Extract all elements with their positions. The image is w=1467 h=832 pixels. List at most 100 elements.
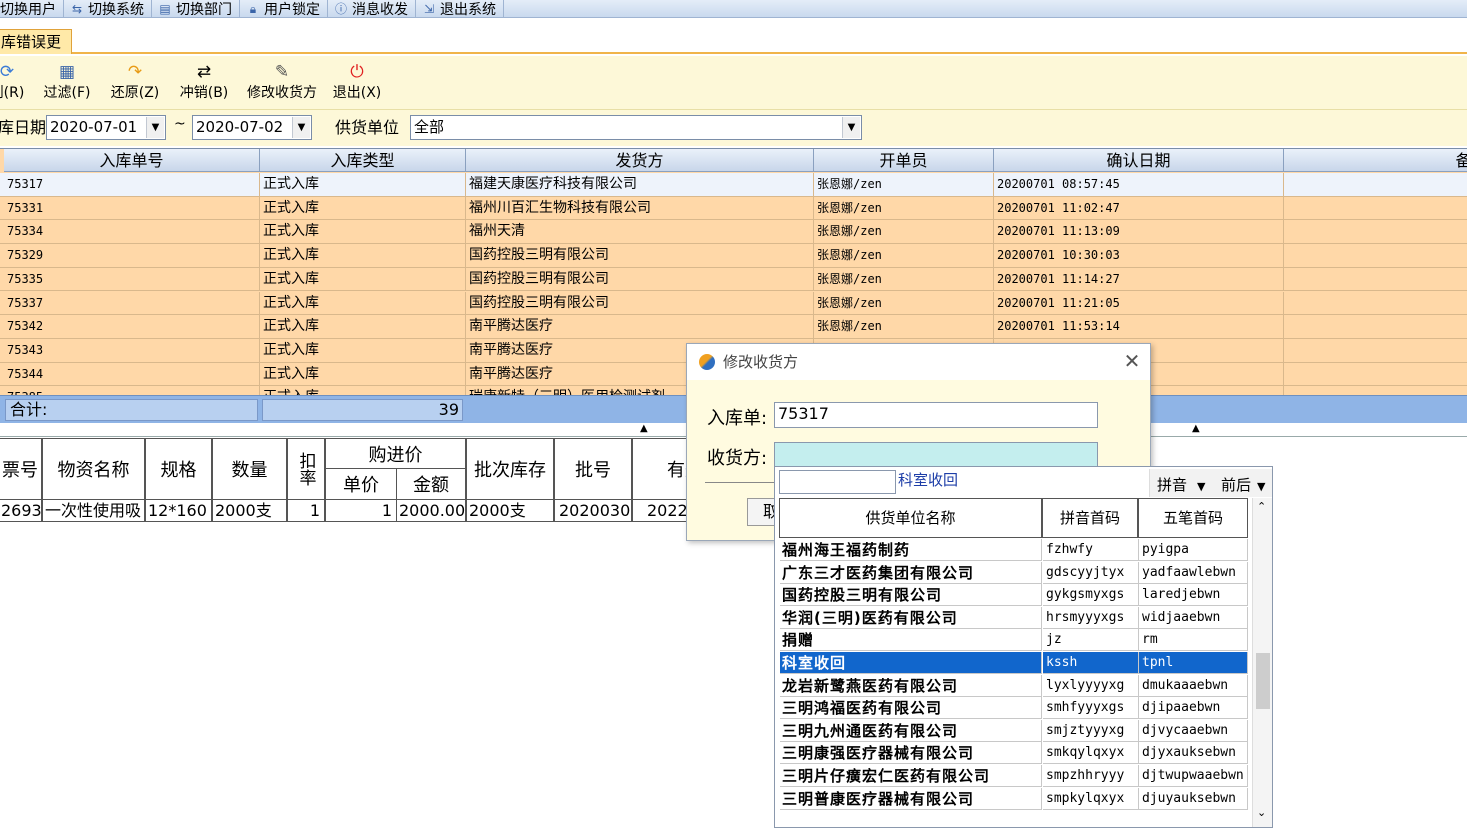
order-no-cell[interactable]: 75344 (4, 362, 260, 386)
collapse-up-icon[interactable]: ▲ (640, 423, 648, 434)
order-no-cell[interactable]: 75385 (4, 386, 260, 395)
detail-batch-stock-cell[interactable]: 2000支 (466, 500, 554, 522)
list-item[interactable]: 三明普康医疗器械有限公司 smpkylqxyx djuyauksebwn (780, 787, 1248, 811)
menu-lock-user[interactable]: 🔒︎ 用户锁定 (240, 0, 328, 17)
type-cell[interactable]: 正式入库 (260, 362, 466, 386)
confirm-date-cell[interactable]: 20200701 11:02:47 (994, 196, 1284, 220)
table-row[interactable]: 75329 正式入库 国药控股三明有限公司 张恩娜/zen 20200701 10:30… (0, 244, 1467, 268)
detail-unit-price-cell[interactable]: 1 (325, 500, 397, 522)
remark-cell[interactable] (1284, 173, 1467, 196)
tab-error-correction[interactable]: 库错误更正 (0, 29, 72, 54)
supplier-select[interactable]: 全部 ▼ (410, 115, 862, 140)
shipper-cell[interactable]: 国药控股三明有限公司 (466, 267, 814, 291)
remark-cell[interactable] (1284, 315, 1467, 338)
order-no-cell[interactable]: 75317 (4, 173, 260, 196)
list-item[interactable]: 科室收回 kssh tpnl (780, 652, 1248, 675)
order-no-cell[interactable]: 75343 (4, 338, 260, 362)
dialog-title-bar[interactable]: 修改收货方 ✕ (687, 344, 1150, 380)
shipper-cell[interactable]: 南平腾达医疗 (466, 315, 814, 339)
scroll-thumb[interactable] (1256, 653, 1270, 709)
col-header-clerk[interactable]: 开单员 (814, 149, 994, 172)
col-header-type[interactable]: 入库类型 (260, 149, 466, 172)
list-item[interactable]: 三明片仔癀宏仁医药有限公司 smpzhhryyy djtwupwaaebwn (780, 765, 1248, 788)
type-cell[interactable]: 正式入库 (260, 315, 466, 339)
list-item[interactable]: 龙岩新鹭燕医药有限公司 lyxlyyyyxg dmukaaaebwn (780, 674, 1248, 698)
detail-spec-cell[interactable]: 12*160 (145, 500, 212, 522)
type-cell[interactable]: 正式入库 (260, 220, 466, 244)
menu-switch-system[interactable]: ⇆ 切换系统 (64, 0, 152, 17)
lookup-scrollbar[interactable]: ⌃ ⌄ (1252, 498, 1272, 827)
col-header-amount[interactable]: 金额 (396, 468, 466, 500)
shipper-cell[interactable]: 国药控股三明有限公司 (466, 244, 814, 268)
list-item[interactable]: 捐赠 jz rm (780, 629, 1248, 652)
col-header-wubi[interactable]: 五笔首码 (1138, 498, 1248, 538)
date-from-picker[interactable]: 2020-07-01 ▼ (46, 115, 166, 140)
clerk-cell[interactable]: 张恩娜/zen (814, 267, 994, 291)
order-no-cell[interactable]: 75335 (4, 267, 260, 291)
type-cell[interactable]: 正式入库 (260, 291, 466, 315)
detail-rate-cell[interactable]: 1 (287, 500, 325, 522)
pinyin-mode-select[interactable]: 拼音 ▼ (1157, 474, 1205, 495)
clerk-cell[interactable]: 张恩娜/zen (814, 244, 994, 268)
confirm-date-cell[interactable]: 20200701 11:14:27 (994, 267, 1284, 291)
col-header-pinyin[interactable]: 拼音首码 (1042, 498, 1138, 538)
list-item[interactable]: 福州海王福药制药 fzhwfy pyigpa (780, 539, 1248, 562)
col-header-shipper[interactable]: 发货方 (466, 149, 814, 172)
restore-button[interactable]: ↷ 还原(Z) (106, 62, 164, 106)
menu-switch-department[interactable]: ▤ 切换部门 (152, 0, 240, 17)
order-no-cell[interactable]: 75337 (4, 291, 260, 315)
lookup-search-input[interactable] (779, 470, 896, 494)
detail-ticket-cell[interactable]: 269313 (0, 500, 42, 522)
col-header-order-no[interactable]: 入库单号 (4, 149, 260, 172)
detail-batch-no-cell[interactable]: 20200306 (554, 500, 632, 522)
order-input[interactable]: 75317 (774, 402, 1098, 428)
edit-receiver-button[interactable]: ✎ 修改收货方 (242, 62, 322, 106)
refresh-button[interactable]: ⟳ 刷(R) (0, 62, 26, 106)
type-cell[interactable]: 正式入库 (260, 244, 466, 268)
menu-messages[interactable]: ⓘ 消息收发 (328, 0, 416, 17)
shipper-cell[interactable]: 福建天康医疗科技有限公司 (466, 173, 814, 196)
detail-amount-cell[interactable]: 2000.00 (396, 500, 466, 522)
type-cell[interactable]: 正式入库 (260, 267, 466, 291)
reverse-button[interactable]: ⇄ 冲销(B) (175, 62, 233, 106)
confirm-date-cell[interactable]: 20200701 10:30:03 (994, 244, 1284, 268)
list-item[interactable]: 三明康强医疗器械有限公司 smkqylqxyx djyxauksebwn (780, 742, 1248, 765)
chevron-down-icon[interactable]: ▼ (146, 117, 164, 138)
receiver-input[interactable] (774, 442, 1098, 468)
order-mode-select[interactable]: 前后 ▼ (1221, 474, 1265, 495)
shipper-cell[interactable]: 福州天清 (466, 220, 814, 244)
confirm-date-cell[interactable]: 20200701 11:21:05 (994, 291, 1284, 315)
list-item[interactable]: 广东三才医药集团有限公司 gdscyyjtyx yadfaawlebwn (780, 561, 1248, 585)
order-no-cell[interactable]: 75342 (4, 315, 260, 339)
shipper-cell[interactable]: 福州川百汇生物科技有限公司 (466, 196, 814, 220)
remark-cell[interactable] (1284, 339, 1467, 362)
remark-cell[interactable] (1284, 292, 1467, 315)
type-cell[interactable]: 正式入库 (260, 196, 466, 220)
detail-name-cell[interactable]: 一次性使用吸 (42, 500, 145, 522)
order-no-cell[interactable]: 75331 (4, 196, 260, 220)
chevron-down-icon[interactable]: ▼ (842, 117, 860, 138)
confirm-date-cell[interactable]: 20200701 11:13:09 (994, 220, 1284, 244)
table-row[interactable]: 75335 正式入库 国药控股三明有限公司 张恩娜/zen 20200701 11:14… (0, 267, 1467, 292)
scroll-up-icon[interactable]: ⌃ (1257, 500, 1266, 513)
col-header-rate[interactable]: 扣率 (287, 438, 325, 500)
col-header-qty[interactable]: 数量 (212, 438, 287, 500)
clerk-cell[interactable]: 张恩娜/zen (814, 220, 994, 244)
type-cell[interactable]: 正式入库 (260, 386, 466, 395)
filter-button[interactable]: ▦ 过滤(F) (38, 62, 96, 106)
date-to-picker[interactable]: 2020-07-02 ▼ (192, 115, 312, 140)
confirm-date-cell[interactable]: 20200701 08:57:45 (994, 173, 1284, 196)
remark-cell[interactable] (1284, 197, 1467, 220)
clerk-cell[interactable]: 张恩娜/zen (814, 196, 994, 220)
list-item[interactable]: 三明鸿福医药有限公司 smhfyyyxgs djipaaebwn (780, 697, 1248, 720)
col-header-spec[interactable]: 规格 (145, 438, 212, 500)
menu-switch-user[interactable]: 切换用户 (0, 0, 64, 17)
table-row[interactable]: 75337 正式入库 国药控股三明有限公司 张恩娜/zen 20200701 11:21… (0, 291, 1467, 316)
shipper-cell[interactable]: 国药控股三明有限公司 (466, 291, 814, 315)
col-header-remark[interactable]: 备 (1284, 149, 1467, 172)
detail-qty-cell[interactable]: 2000支 (212, 500, 287, 522)
menu-exit-system[interactable]: ⇲ 退出系统 (416, 0, 504, 17)
chevron-down-icon[interactable]: ▼ (292, 117, 310, 138)
col-header-unit-price[interactable]: 单价 (325, 468, 397, 500)
table-row[interactable]: 75334 正式入库 福州天清 张恩娜/zen 20200701 11:13:09 (0, 220, 1467, 245)
